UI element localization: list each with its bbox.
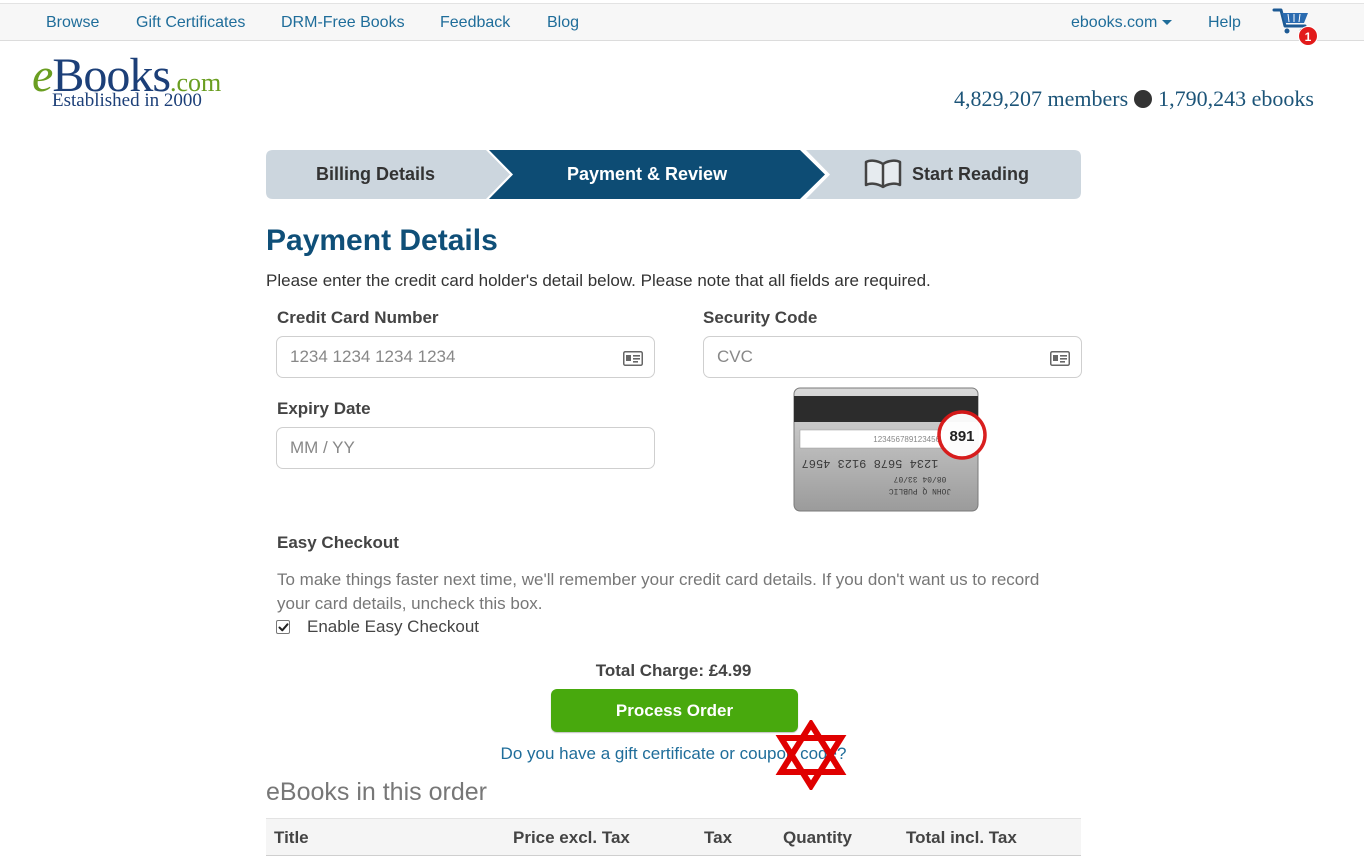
nav-help[interactable]: Help bbox=[1208, 14, 1241, 32]
site-dropdown-label: ebooks.com bbox=[1071, 14, 1158, 31]
security-code-field[interactable] bbox=[703, 336, 1082, 378]
card-number-label: Credit Card Number bbox=[277, 308, 439, 327]
embossed-card-number: 1234 5678 9123 4567 bbox=[802, 456, 939, 470]
cvc-highlight-number: 891 bbox=[949, 428, 974, 445]
site-stats: 4,829,207 members 1,790,243 ebooks bbox=[954, 86, 1314, 112]
separator-dot-icon bbox=[1134, 90, 1153, 108]
card-number-field[interactable] bbox=[276, 336, 655, 378]
step-billing-details: Billing Details bbox=[316, 164, 436, 184]
card-number-input[interactable] bbox=[288, 345, 608, 369]
nav-browse[interactable]: Browse bbox=[46, 14, 99, 32]
process-order-button[interactable]: Process Order bbox=[551, 689, 798, 732]
expiry-date-label: Expiry Date bbox=[277, 399, 371, 418]
column-price-excl-tax: Price excl. Tax bbox=[513, 828, 630, 847]
security-code-label: Security Code bbox=[703, 308, 818, 327]
ebooks-logo[interactable]: eBooks.com Established in 2000 bbox=[26, 50, 256, 116]
coupon-code-link[interactable]: Do you have a gift certificate or coupon… bbox=[266, 744, 1081, 764]
order-books-title: eBooks in this order bbox=[266, 778, 487, 806]
column-quantity: Quantity bbox=[783, 828, 852, 847]
nav-drm-free-books[interactable]: DRM-Free Books bbox=[281, 14, 405, 32]
members-count: 4,829,207 members bbox=[954, 86, 1129, 111]
order-table-header: Title Price excl. Tax Tax Quantity Total… bbox=[266, 818, 1081, 856]
embossed-dates: 08/04 33/07 bbox=[893, 474, 946, 483]
security-code-input[interactable] bbox=[715, 345, 1035, 369]
checkmark-icon bbox=[278, 623, 289, 632]
cart-count-badge: 1 bbox=[1298, 26, 1318, 46]
easy-checkout-description: To make things faster next time, we'll r… bbox=[277, 570, 1040, 613]
total-charge: Total Charge: £4.99 bbox=[595, 661, 752, 680]
nav-blog[interactable]: Blog bbox=[547, 14, 579, 32]
easy-checkout-checkbox[interactable] bbox=[276, 620, 290, 634]
star-annotation-icon bbox=[775, 720, 847, 790]
step-payment-review: Payment & Review bbox=[567, 164, 728, 184]
column-tax: Tax bbox=[704, 828, 733, 847]
ebooks-count: 1,790,243 ebooks bbox=[1158, 86, 1314, 111]
id-card-icon bbox=[623, 351, 643, 366]
expiry-date-input[interactable] bbox=[288, 436, 608, 460]
checkout-steps: Billing Details Payment & Review Start R… bbox=[266, 150, 1081, 199]
page-title: Payment Details bbox=[266, 224, 498, 257]
cart-button[interactable]: 1 bbox=[1272, 6, 1320, 46]
easy-checkout-title: Easy Checkout bbox=[277, 533, 399, 552]
easy-checkout-label[interactable]: Enable Easy Checkout bbox=[307, 617, 479, 637]
step-start-reading: Start Reading bbox=[912, 164, 1030, 184]
nav-feedback[interactable]: Feedback bbox=[440, 14, 510, 32]
open-book-icon bbox=[864, 159, 902, 189]
top-nav-bar: Browse Gift Certificates DRM-Free Books … bbox=[0, 3, 1364, 41]
nav-gift-certificates[interactable]: Gift Certificates bbox=[136, 14, 245, 32]
logo-tagline: Established in 2000 bbox=[52, 90, 202, 111]
column-title: Title bbox=[274, 828, 309, 847]
column-total-incl-tax: Total incl. Tax bbox=[906, 828, 1017, 847]
id-card-icon bbox=[1050, 351, 1070, 366]
signature-strip-number: 123456789123456 bbox=[873, 435, 940, 444]
chevron-down-icon bbox=[1162, 20, 1173, 26]
payment-intro: Please enter the credit card holder's de… bbox=[266, 271, 931, 290]
site-dropdown[interactable]: ebooks.com bbox=[1071, 14, 1173, 32]
expiry-date-field[interactable] bbox=[276, 427, 655, 469]
embossed-holder-name: JOHN Q PUBLIC bbox=[889, 486, 952, 495]
cvc-location-illustration: 123456789123456 1234 5678 9123 4567 08/0… bbox=[793, 387, 987, 512]
